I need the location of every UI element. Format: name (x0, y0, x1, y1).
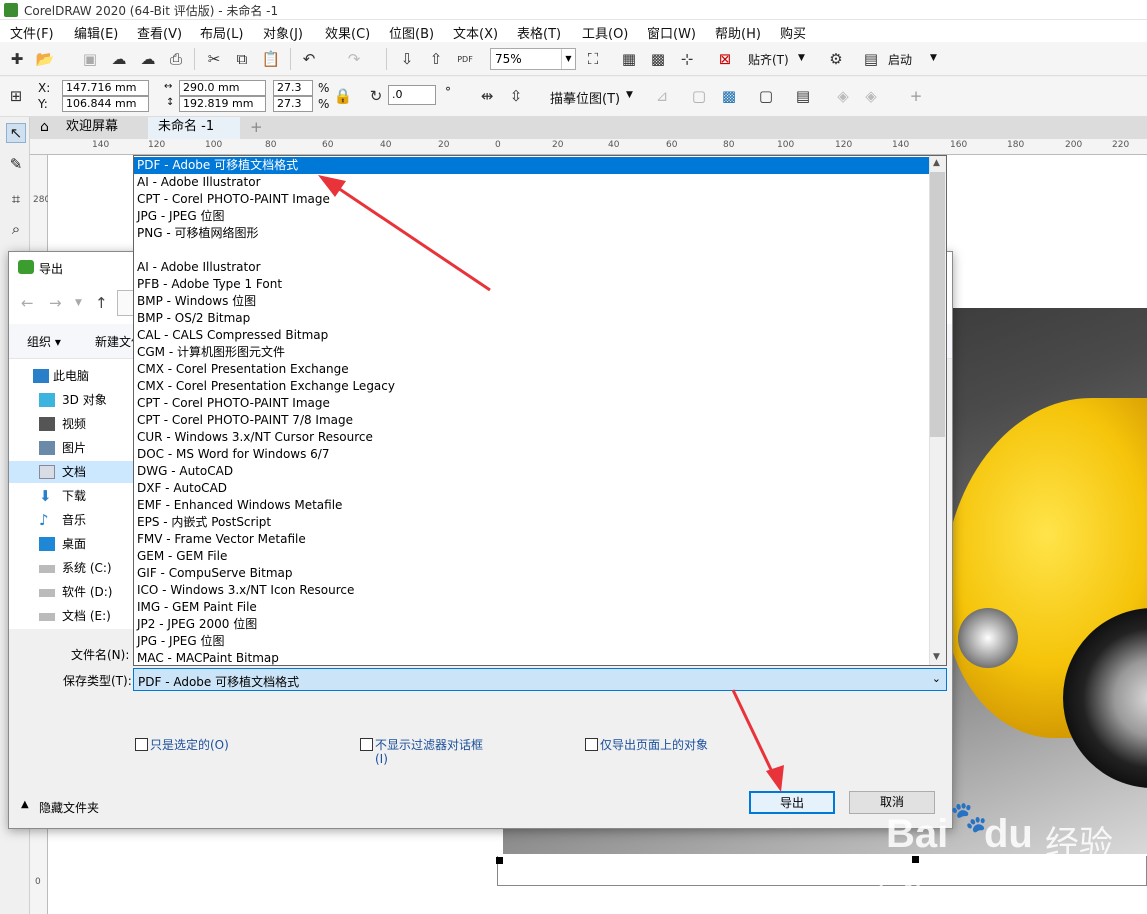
watermark-brand-suffix: du (984, 812, 1033, 856)
annotation-arrow-head (766, 765, 784, 792)
watermark-cn: 经验 (1045, 824, 1113, 864)
watermark-url: jingyan.baidu.com (880, 868, 1054, 888)
annotation-arrow-line (731, 689, 777, 779)
watermark-brand: Bai (886, 812, 949, 856)
baidu-jingyan-watermark: Bai 🐾 du 经验 jingyan.baidu.com (880, 790, 1147, 914)
annotation-arrow-head (318, 175, 346, 197)
annotation-arrows (318, 175, 784, 792)
paw-icon: 🐾 (950, 800, 988, 835)
annotation-arrow-line (334, 184, 491, 292)
